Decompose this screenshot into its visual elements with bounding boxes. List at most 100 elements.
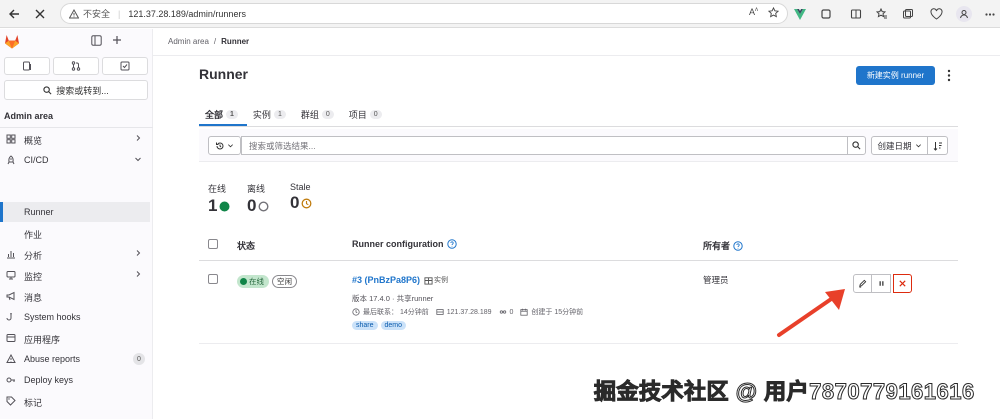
sidebar-item-overview[interactable]: 概览 bbox=[0, 129, 150, 149]
sidebar-header bbox=[0, 29, 153, 55]
sidebar-item-label: 消息 bbox=[24, 293, 43, 303]
sidebar-item-runner[interactable]: Runner bbox=[0, 202, 150, 222]
sidebar-item-jobs[interactable]: 作业 bbox=[0, 223, 150, 243]
browser-essentials-icon[interactable] bbox=[928, 6, 944, 22]
sidebar-search-button[interactable]: 搜索或转到... bbox=[4, 80, 148, 100]
favorite-star-icon[interactable] bbox=[768, 7, 779, 18]
calendar-icon bbox=[520, 308, 529, 316]
row-checkbox[interactable] bbox=[208, 274, 218, 284]
rocket-icon bbox=[7, 155, 15, 165]
label-icon bbox=[6, 396, 16, 406]
filter-bar: 搜索或筛选结果... 创建日期 bbox=[199, 129, 958, 162]
sort-label: 创建日期 bbox=[877, 140, 912, 151]
history-icon bbox=[216, 141, 224, 149]
sidebar: 搜索或转到... Admin area 概览 CI/CD Runner 作业 分… bbox=[0, 29, 153, 419]
sidebar-item-label: 监控 bbox=[24, 272, 43, 282]
stat-offline: 离线 0 bbox=[247, 182, 269, 216]
sidebar-item-abuse-reports[interactable]: Abuse reports 0 bbox=[0, 349, 150, 369]
last-contact: 最后联系： 14分钟前 bbox=[363, 309, 429, 316]
sort-by-dropdown[interactable]: 创建日期 bbox=[871, 136, 928, 155]
close-icon bbox=[899, 280, 906, 287]
tabs-divider bbox=[199, 126, 958, 127]
warning-icon bbox=[69, 8, 79, 19]
sort-direction-button[interactable] bbox=[928, 136, 948, 155]
abuse-icon bbox=[6, 354, 16, 363]
sidebar-item-label: CI/CD bbox=[24, 155, 49, 165]
sidebar-item-label: 应用程序 bbox=[24, 335, 61, 345]
sidebar-item-system-hooks[interactable]: System hooks bbox=[0, 307, 150, 327]
filter-search-button[interactable] bbox=[847, 136, 866, 155]
edit-runner-button[interactable] bbox=[853, 274, 872, 293]
breadcrumb: Admin area / Runner bbox=[168, 37, 249, 46]
filter-search-input[interactable]: 搜索或筛选结果... bbox=[241, 136, 848, 155]
select-all-checkbox[interactable] bbox=[208, 239, 218, 249]
column-header-label: 所有者 bbox=[703, 241, 731, 251]
sidebar-item-label: System hooks bbox=[24, 312, 81, 322]
more-actions-icon[interactable] bbox=[945, 69, 953, 82]
split-screen-icon[interactable] bbox=[848, 6, 864, 22]
create-new-icon[interactable] bbox=[112, 35, 125, 48]
sidebar-item-cicd[interactable]: CI/CD bbox=[0, 150, 150, 170]
tag-badge: demo bbox=[380, 321, 407, 330]
more-menu-icon[interactable] bbox=[982, 6, 998, 22]
breadcrumb-current[interactable]: Runner bbox=[221, 37, 249, 46]
tab-label: 项目 bbox=[348, 110, 367, 120]
chevron-right-icon bbox=[136, 271, 141, 277]
read-aloud-icon[interactable]: Aʌ bbox=[749, 7, 758, 18]
row-actions bbox=[853, 274, 912, 293]
job-count: 0 bbox=[509, 308, 514, 316]
search-history-button[interactable] bbox=[208, 136, 241, 155]
sidebar-item-labels[interactable]: 标记 bbox=[0, 391, 150, 411]
column-header-config: Runner configuration bbox=[352, 239, 457, 249]
chevron-down-icon bbox=[915, 144, 921, 148]
vue-extension-icon[interactable] bbox=[792, 6, 808, 22]
delete-runner-button[interactable] bbox=[893, 274, 912, 293]
page-title: Runner bbox=[199, 66, 248, 82]
runner-link[interactable]: #3 (PnBzPa8P6) bbox=[352, 275, 420, 285]
column-header-label: 状态 bbox=[237, 241, 256, 251]
sidebar-item-settings[interactable]: 设置 bbox=[0, 415, 150, 419]
stat-label: 离线 bbox=[247, 184, 266, 194]
sidebar-item-label: 标记 bbox=[24, 398, 43, 408]
tab-all[interactable]: 全部 1 bbox=[199, 103, 247, 126]
merge-requests-tab-icon[interactable] bbox=[53, 57, 99, 75]
hook-icon bbox=[6, 313, 12, 321]
todos-tab-icon[interactable] bbox=[102, 57, 148, 75]
red-arrow-annotation-icon bbox=[777, 289, 845, 337]
help-icon[interactable] bbox=[446, 239, 457, 249]
extensions-icon[interactable] bbox=[818, 6, 834, 22]
tab-group[interactable]: 群组 0 bbox=[295, 103, 343, 126]
sidebar-search-label: 搜索或转到... bbox=[56, 85, 109, 96]
sidebar-item-messages[interactable]: 消息 bbox=[0, 286, 150, 306]
sidebar-item-monitoring[interactable]: 监控 bbox=[0, 265, 150, 285]
sidebar-toggle-icon[interactable] bbox=[91, 35, 104, 48]
collections-icon[interactable] bbox=[900, 6, 916, 22]
gitlab-logo-icon[interactable] bbox=[4, 34, 20, 49]
chart-icon bbox=[7, 251, 15, 259]
back-icon[interactable] bbox=[6, 6, 22, 22]
status-online-label: 在线 bbox=[249, 277, 264, 286]
sidebar-item-label: 分析 bbox=[24, 251, 43, 261]
runner-type-badge: 实例 bbox=[424, 275, 448, 285]
chevron-down-icon bbox=[135, 157, 141, 162]
help-icon[interactable] bbox=[733, 240, 743, 251]
favorites-icon[interactable] bbox=[874, 6, 890, 22]
breadcrumb-admin-area[interactable]: Admin area bbox=[168, 37, 209, 46]
issues-tab-icon[interactable] bbox=[4, 57, 50, 75]
tab-instance[interactable]: 实例 1 bbox=[247, 103, 295, 126]
sidebar-item-applications[interactable]: 应用程序 bbox=[0, 328, 150, 348]
sidebar-item-label: Abuse reports bbox=[24, 354, 81, 364]
close-icon[interactable] bbox=[32, 6, 48, 22]
stale-clock-icon bbox=[302, 198, 312, 208]
address-bar[interactable]: 不安全 | 121.37.28.189/admin/runners Aʌ bbox=[60, 3, 788, 24]
profile-avatar-icon[interactable] bbox=[956, 6, 972, 22]
tab-count-badge: 1 bbox=[273, 110, 286, 119]
pause-runner-button[interactable] bbox=[872, 274, 891, 293]
admin-area-title: Admin area bbox=[4, 111, 54, 121]
sidebar-item-deploy-keys[interactable]: Deploy keys bbox=[0, 370, 150, 390]
new-instance-runner-button[interactable]: 新建实例 runner bbox=[856, 66, 935, 85]
sidebar-item-analytics[interactable]: 分析 bbox=[0, 244, 150, 264]
stat-value: 1 bbox=[208, 196, 218, 215]
key-icon bbox=[6, 377, 15, 383]
tab-project[interactable]: 项目 0 bbox=[343, 103, 391, 126]
